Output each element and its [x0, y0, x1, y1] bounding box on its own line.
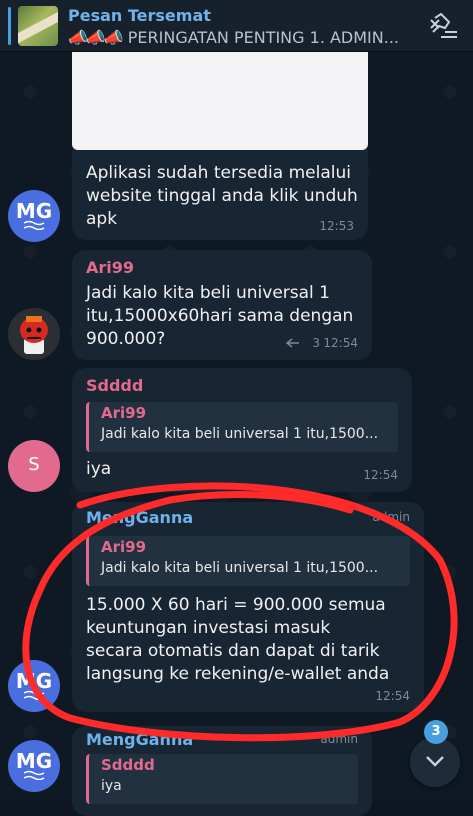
reply-count[interactable]: 3	[312, 336, 320, 350]
pinned-thumbnail	[18, 6, 58, 46]
megaphone-icon: 📣📣📣	[68, 28, 124, 47]
anger-character-icon	[8, 308, 60, 360]
message-text: Aplikasi sudah tersedia melalui website …	[86, 163, 358, 229]
message-text: 15.000 X 60 hari = 900.000 semua keuntun…	[86, 595, 390, 684]
message-text: iya	[86, 459, 112, 479]
avatar[interactable]	[8, 308, 60, 360]
media-preview[interactable]	[72, 52, 368, 150]
sender-name: MengGanna	[86, 508, 194, 527]
reply-icon	[286, 338, 299, 348]
avatar[interactable]: S	[8, 440, 60, 492]
message-bubble[interactable]: MengGanna admin Sdddd iya	[72, 726, 372, 816]
sender-role: admin	[320, 732, 358, 746]
avatar-initials: S	[28, 454, 40, 475]
quote-sender: Sdddd	[101, 756, 155, 774]
message-bubble[interactable]: Ari99 Jadi kalo kita beli universal 1 it…	[72, 250, 372, 360]
message-time: 12:54	[363, 468, 398, 482]
quote-text: Jadi kalo kita beli universal 1 itu,1500…	[101, 426, 379, 442]
avatar[interactable]: MG	[8, 190, 60, 242]
quote-text: iya	[101, 778, 122, 794]
pinned-message-bar[interactable]: Pesan Tersemat 📣📣📣 PERINGATAN PENTING 1. …	[0, 0, 473, 52]
wave-icon	[23, 770, 45, 780]
quote-text: Jadi kalo kita beli universal 1 itu,1500…	[101, 560, 379, 576]
reply-quote[interactable]: Sdddd iya	[86, 754, 358, 804]
reply-quote[interactable]: Ari99 Jadi kalo kita beli universal 1 it…	[86, 536, 410, 586]
message-bubble[interactable]: Sdddd Ari99 Jadi kalo kita beli universa…	[72, 368, 412, 492]
sender-name: Ari99	[86, 258, 135, 277]
pinned-accent-bar	[8, 7, 11, 45]
reply-quote[interactable]: Ari99 Jadi kalo kita beli universal 1 it…	[86, 402, 398, 452]
scroll-down-button[interactable]	[410, 737, 460, 787]
sender-name: Sdddd	[86, 376, 144, 395]
pinned-title: Pesan Tersemat	[68, 6, 211, 25]
wave-icon	[23, 690, 45, 700]
sender-name: MengGanna	[86, 730, 194, 749]
message-time: 12:54	[323, 336, 358, 350]
message-bubble[interactable]: MengGanna admin Ari99 Jadi kalo kita bel…	[72, 502, 424, 712]
sender-role: admin	[372, 510, 410, 524]
pinned-subtitle: 📣📣📣 PERINGATAN PENTING 1. ADMIN...	[68, 28, 418, 47]
unread-badge: 3	[424, 720, 448, 744]
message-time: 12:54	[375, 689, 410, 703]
avatar[interactable]: MG	[8, 740, 60, 792]
pinned-subtitle-text: PERINGATAN PENTING 1. ADMIN...	[127, 28, 399, 47]
wave-icon	[23, 220, 45, 230]
quote-sender: Ari99	[101, 538, 147, 556]
chevron-down-icon	[426, 756, 444, 767]
pin-list-icon[interactable]	[427, 12, 459, 40]
quote-sender: Ari99	[101, 404, 147, 422]
avatar[interactable]: MG	[8, 660, 60, 712]
message-time: 12:53	[319, 219, 354, 233]
